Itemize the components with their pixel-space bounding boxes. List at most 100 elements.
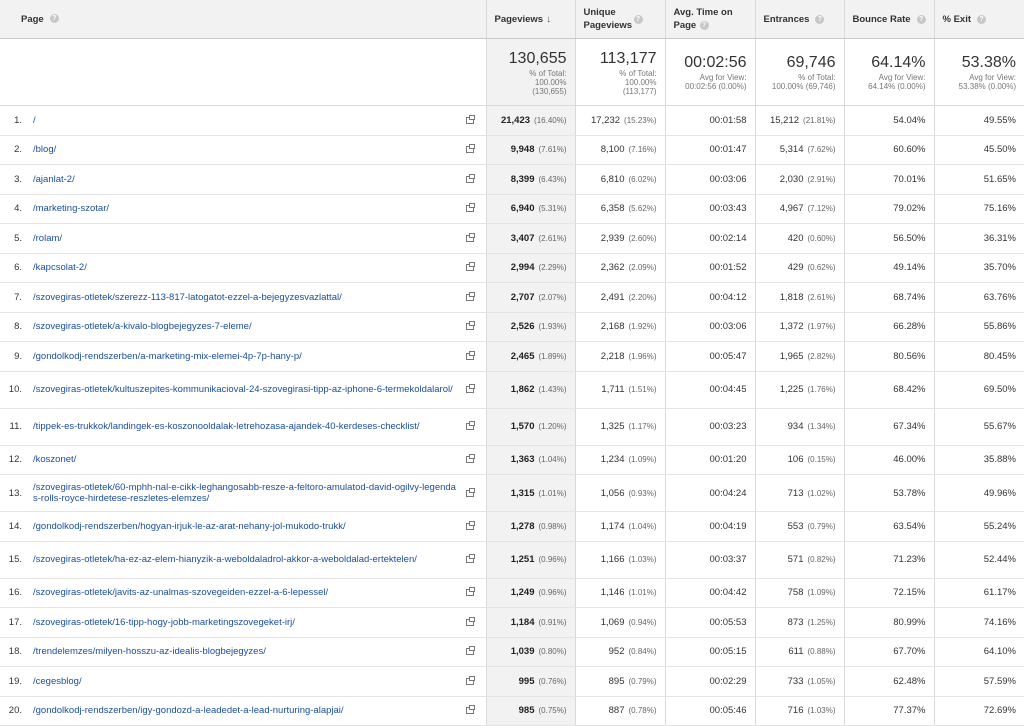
entrances-cell: 873 (1.25%) bbox=[755, 607, 845, 638]
page-link[interactable]: /tippek-es-trukkok/landingek-es-koszonoo… bbox=[33, 421, 460, 432]
unique-pageviews-value: 2,491 bbox=[600, 291, 625, 303]
page-link[interactable]: /trendelemzes/milyen-hosszu-az-idealis-b… bbox=[33, 646, 460, 657]
open-external-icon[interactable] bbox=[465, 705, 475, 715]
open-external-icon[interactable] bbox=[465, 291, 475, 301]
totals-page-cell bbox=[0, 38, 487, 106]
open-external-icon[interactable] bbox=[465, 675, 475, 685]
page-link[interactable]: /gondolkodj-rendszerben/igy-gondozd-a-le… bbox=[33, 705, 460, 716]
entrances-percent: (1.05%) bbox=[807, 676, 836, 686]
unique-pageviews-value: 17,232 bbox=[590, 114, 621, 126]
help-icon[interactable]: ? bbox=[699, 21, 709, 30]
pageviews-percent: (1.89%) bbox=[538, 351, 567, 361]
page-link[interactable]: /kapcsolat-2/ bbox=[33, 262, 460, 273]
total-unique-pageviews: 113,177 % of Total: 100.00% (113,177) bbox=[575, 38, 666, 106]
avg-time-value: 00:03:06 bbox=[709, 173, 747, 185]
pageviews-value: 1,251 bbox=[510, 554, 535, 565]
entrances-percent: (1.76%) bbox=[807, 385, 836, 394]
page-link[interactable]: /szovegiras-otletek/javits-az-unalmas-sz… bbox=[33, 587, 460, 598]
column-header-pageviews[interactable]: Pageviews ↓ bbox=[486, 0, 576, 39]
open-external-icon[interactable] bbox=[465, 587, 475, 597]
entrances-percent: (2.82%) bbox=[807, 351, 836, 361]
page-link[interactable]: /szovegiras-otletek/szerezz-113-817-lato… bbox=[33, 292, 460, 303]
page-cell: 19. /cegesblog/ bbox=[0, 666, 487, 697]
page-link[interactable]: /rolam/ bbox=[33, 233, 460, 244]
open-external-icon[interactable] bbox=[465, 454, 475, 464]
page-link[interactable]: /koszonet/ bbox=[33, 454, 460, 465]
open-external-icon[interactable] bbox=[465, 144, 475, 154]
help-icon[interactable]: ? bbox=[916, 14, 926, 24]
help-icon[interactable]: ? bbox=[633, 14, 643, 24]
open-external-icon[interactable] bbox=[465, 554, 475, 563]
pageviews-cell: 1,251 (0.96%) bbox=[486, 541, 576, 579]
bounce-rate-cell: 67.34% bbox=[844, 408, 935, 446]
bounce-rate-cell: 70.01% bbox=[844, 164, 935, 195]
exit-cell: 55.24% bbox=[934, 511, 1024, 542]
open-external-icon[interactable] bbox=[465, 616, 475, 626]
unique-pageviews-value: 887 bbox=[608, 705, 625, 717]
page-link[interactable]: /blog/ bbox=[33, 144, 460, 155]
page-link[interactable]: /szovegiras-otletek/16-tipp-hogy-jobb-ma… bbox=[33, 617, 460, 628]
entrances-cell: 429 (0.62%) bbox=[755, 253, 845, 283]
open-external-icon[interactable] bbox=[465, 646, 475, 656]
page-link[interactable]: /gondolkodj-rendszerben/hogyan-irjuk-le-… bbox=[33, 521, 460, 532]
entrances-percent: (2.91%) bbox=[807, 174, 836, 184]
page-link[interactable]: / bbox=[33, 115, 460, 126]
bounce-rate-cell: 68.74% bbox=[844, 282, 935, 313]
open-external-icon[interactable] bbox=[465, 487, 475, 497]
row-number: 3. bbox=[14, 173, 22, 185]
pageviews-value: 995 bbox=[518, 675, 535, 687]
open-external-icon[interactable] bbox=[465, 321, 475, 331]
open-external-icon[interactable] bbox=[465, 262, 475, 272]
column-header-label: Avg. Time on Page bbox=[673, 7, 733, 31]
page-link[interactable]: /gondolkodj-rendszerben/a-marketing-mix-… bbox=[33, 351, 460, 362]
unique-pageviews-cell: 1,146 (1.01%) bbox=[575, 578, 666, 608]
avg-time-value: 00:04:42 bbox=[709, 587, 747, 599]
unique-pageviews-percent: (0.84%) bbox=[628, 647, 657, 657]
open-external-icon[interactable] bbox=[465, 350, 475, 360]
page-link[interactable]: /ajanlat-2/ bbox=[33, 174, 460, 185]
entrances-value: 611 bbox=[788, 646, 804, 658]
page-link[interactable]: /szovegiras-otletek/ha-ez-az-elem-hianyz… bbox=[33, 554, 460, 565]
entrances-cell: 420 (0.60%) bbox=[755, 223, 845, 254]
help-icon[interactable]: ? bbox=[815, 14, 825, 24]
row-number: 6. bbox=[14, 262, 22, 274]
column-header-exit[interactable]: % Exit? bbox=[934, 0, 1024, 39]
entrances-cell: 15,212 (21.81%) bbox=[755, 105, 845, 136]
open-external-icon[interactable] bbox=[465, 114, 475, 124]
open-external-icon[interactable] bbox=[465, 520, 475, 530]
column-header-page[interactable]: Page? bbox=[0, 0, 487, 39]
entrances-value: 571 bbox=[787, 554, 804, 565]
total-count: (130,655) bbox=[532, 86, 567, 96]
pageviews-value: 8,399 bbox=[510, 173, 535, 185]
help-icon[interactable]: ? bbox=[49, 14, 59, 24]
page-link[interactable]: /cegesblog/ bbox=[33, 676, 460, 687]
column-header-entrances[interactable]: Entrances? bbox=[755, 0, 845, 39]
row-number: 13. bbox=[8, 487, 22, 499]
open-external-icon[interactable] bbox=[465, 173, 475, 183]
exit-cell: 51.65% bbox=[934, 164, 1024, 195]
exit-cell: 72.69% bbox=[934, 696, 1024, 726]
entrances-value: 1,372 bbox=[779, 321, 804, 333]
avg-time-value: 00:04:19 bbox=[709, 520, 747, 532]
open-external-icon[interactable] bbox=[465, 384, 475, 393]
open-external-icon[interactable] bbox=[465, 421, 475, 430]
entrances-value: 873 bbox=[787, 616, 804, 628]
open-external-icon[interactable] bbox=[465, 232, 475, 242]
page-link[interactable]: /szovegiras-otletek/a-kivalo-blogbejegyz… bbox=[33, 321, 460, 332]
page-link[interactable]: /marketing-szotar/ bbox=[33, 203, 460, 214]
pageviews-percent: (0.76%) bbox=[538, 676, 567, 686]
sort-desc-icon[interactable]: ↓ bbox=[546, 13, 551, 26]
avg-time-cell: 00:01:52 bbox=[665, 253, 756, 283]
avg-time-cell: 00:04:19 bbox=[665, 511, 756, 542]
column-header-unique-pageviews[interactable]: Unique Pageviews? bbox=[575, 0, 666, 39]
column-header-avg-time[interactable]: Avg. Time on Page? bbox=[665, 0, 756, 39]
bounce-rate-value: 67.34% bbox=[893, 421, 926, 432]
column-header-bounce-rate[interactable]: Bounce Rate? bbox=[844, 0, 935, 39]
page-link[interactable]: /szovegiras-otletek/60-mphh-nal-e-cikk-l… bbox=[33, 482, 460, 504]
open-external-icon[interactable] bbox=[465, 203, 475, 213]
bounce-rate-cell: 77.37% bbox=[844, 696, 935, 726]
page-cell: 16. /szovegiras-otletek/javits-az-unalmas… bbox=[0, 578, 487, 608]
help-icon[interactable]: ? bbox=[977, 14, 987, 24]
entrances-percent: (1.97%) bbox=[807, 322, 836, 332]
page-link[interactable]: /szovegiras-otletek/kultuszepites-kommun… bbox=[33, 384, 460, 395]
